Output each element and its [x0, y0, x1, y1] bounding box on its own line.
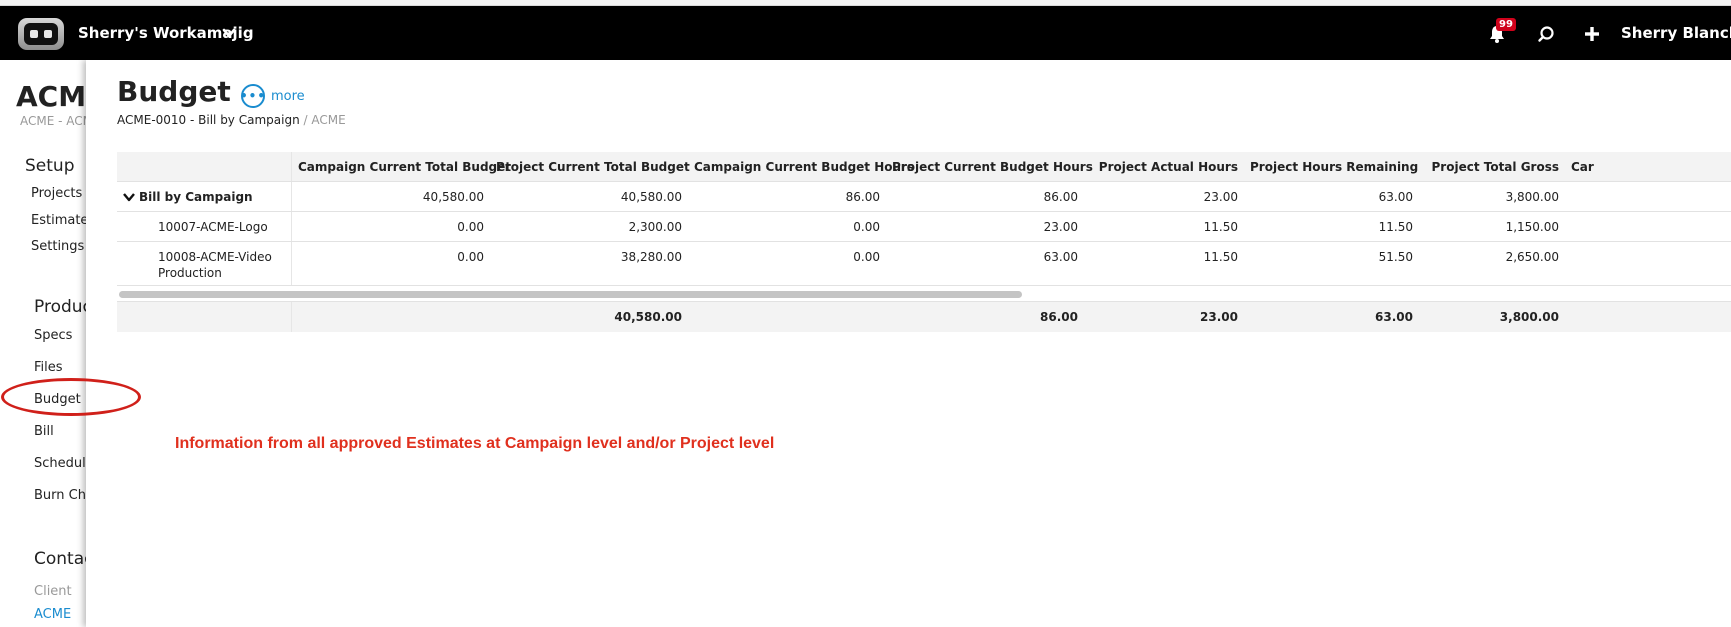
sidebar-item-burn-chart[interactable]: Burn Cha [34, 488, 86, 503]
table-header-row: Campaign Current Total Budget Project Cu… [117, 152, 1731, 182]
horizontal-scrollbar[interactable] [117, 286, 1731, 302]
total-cell: 23.00 [1200, 310, 1238, 324]
sidebar-item-specs[interactable]: Specs [34, 328, 72, 343]
column-header[interactable]: Project Total Gross [1419, 152, 1565, 181]
sidebar-item-estimates[interactable]: Estimates [31, 213, 86, 228]
row-name[interactable]: 10008-ACME-Video Production [117, 242, 292, 285]
breadcrumb-client[interactable]: ACME [311, 113, 345, 127]
sidebar-item-files[interactable]: Files [34, 360, 63, 375]
left-sidebar: ACME ACME - ACME Setup Projects A Estima… [0, 60, 86, 627]
table-cell: 63.00 [1378, 190, 1413, 204]
table-row[interactable]: 10008-ACME-Video Production 0.00 38,280.… [117, 242, 1731, 286]
sidebar-item-client: Client [34, 584, 72, 599]
sidebar-item-schedule[interactable]: Schedule [34, 456, 86, 471]
user-menu[interactable]: Sherry Blanche [1621, 24, 1731, 42]
table-cell: 3,800.00 [1505, 190, 1559, 204]
table-cell: 2,300.00 [628, 220, 682, 234]
total-cell [292, 302, 490, 332]
column-header[interactable]: Campaign Current Total Budget [292, 152, 511, 181]
sidebar-item-acme-link[interactable]: ACME [34, 607, 71, 622]
table-cell: 23.00 [1043, 220, 1078, 234]
group-name: Bill by Campaign [139, 190, 253, 204]
column-header[interactable]: Project Current Budget Hours [886, 152, 1093, 181]
breadcrumb-project[interactable]: ACME-0010 - Bill by Campaign [117, 113, 300, 127]
search-icon[interactable] [1536, 24, 1556, 44]
more-button[interactable]: ••• more [240, 84, 305, 108]
chevron-down-icon[interactable] [222, 26, 236, 40]
sidebar-item-projects[interactable]: Projects A [31, 186, 86, 201]
table-cell: 86.00 [845, 190, 880, 204]
column-header[interactable]: Project Actual Hours [1084, 152, 1244, 181]
table-cell: 51.50 [1378, 250, 1413, 264]
annotation-text: Information from all approved Estimates … [175, 435, 775, 452]
table-cell: 0.00 [853, 220, 880, 234]
table-cell: 1,150.00 [1505, 220, 1559, 234]
table-header-name [117, 152, 292, 181]
total-cell: 63.00 [1375, 310, 1413, 324]
chevron-down-icon[interactable] [123, 192, 135, 202]
total-cell [688, 302, 886, 332]
totals-label-cell [117, 302, 292, 332]
budget-table: Campaign Current Total Budget Project Cu… [117, 152, 1731, 332]
app-logo[interactable] [18, 18, 64, 50]
table-cell: 0.00 [457, 220, 484, 234]
plus-icon[interactable] [1582, 24, 1602, 44]
sidebar-item-settings[interactable]: Settings [31, 239, 84, 254]
column-header[interactable]: Campaign Current Budget Hours [688, 152, 914, 181]
table-cell: 40,580.00 [620, 190, 682, 204]
page-title: Budget [117, 75, 231, 108]
table-group-row[interactable]: Bill by Campaign 40,580.00 40,580.00 86.… [117, 182, 1731, 212]
sidebar-item-bill[interactable]: Bill [34, 424, 54, 439]
table-cell: 40,580.00 [422, 190, 484, 204]
column-header[interactable]: Project Hours Remaining [1244, 152, 1419, 181]
sidebar-title: ACME [16, 80, 86, 113]
sidebar-section-production: Produc [34, 297, 86, 317]
table-cell: 63.00 [1043, 250, 1078, 264]
table-cell: 0.00 [853, 250, 880, 264]
total-cell: 86.00 [1040, 310, 1078, 324]
notification-badge: 99 [1496, 18, 1516, 31]
highlight-ellipse [1, 378, 141, 416]
row-name[interactable]: 10007-ACME-Logo [117, 212, 292, 241]
table-cell: 0.00 [457, 250, 484, 264]
total-cell: 3,800.00 [1499, 310, 1559, 324]
sidebar-section-setup: Setup [25, 156, 75, 176]
app-header: Sherry's Workamajig 99 Sherry Blanche [0, 6, 1731, 60]
robot-logo-icon [24, 23, 58, 45]
scrollbar-thumb[interactable] [119, 291, 1022, 298]
table-cell: 11.50 [1203, 220, 1238, 234]
sidebar-section-contacts: Contac [34, 549, 86, 569]
group-name-cell[interactable]: Bill by Campaign [117, 182, 292, 211]
table-totals-row: 40,580.00 86.00 23.00 63.00 3,800.00 [117, 302, 1731, 332]
table-cell: 11.50 [1203, 250, 1238, 264]
table-cell: 23.00 [1203, 190, 1238, 204]
budget-panel: Budget ••• more ACME-0010 - Bill by Camp… [86, 60, 1731, 627]
table-row[interactable]: 10007-ACME-Logo 0.00 2,300.00 0.00 23.00… [117, 212, 1731, 242]
more-label: more [271, 88, 305, 104]
breadcrumb-separator: / [299, 113, 312, 127]
breadcrumb: ACME-0010 - Bill by Campaign / ACME [117, 113, 346, 127]
sidebar-subtitle: ACME - ACME [20, 114, 86, 128]
table-cell: 38,280.00 [620, 250, 682, 264]
table-cell: 11.50 [1378, 220, 1413, 234]
total-cell: 40,580.00 [614, 310, 682, 324]
more-dots-icon: ••• [240, 84, 265, 108]
column-header[interactable]: Car [1565, 152, 1605, 181]
table-cell: 2,650.00 [1505, 250, 1559, 264]
table-cell: 86.00 [1043, 190, 1078, 204]
column-header[interactable]: Project Current Total Budget [490, 152, 690, 181]
